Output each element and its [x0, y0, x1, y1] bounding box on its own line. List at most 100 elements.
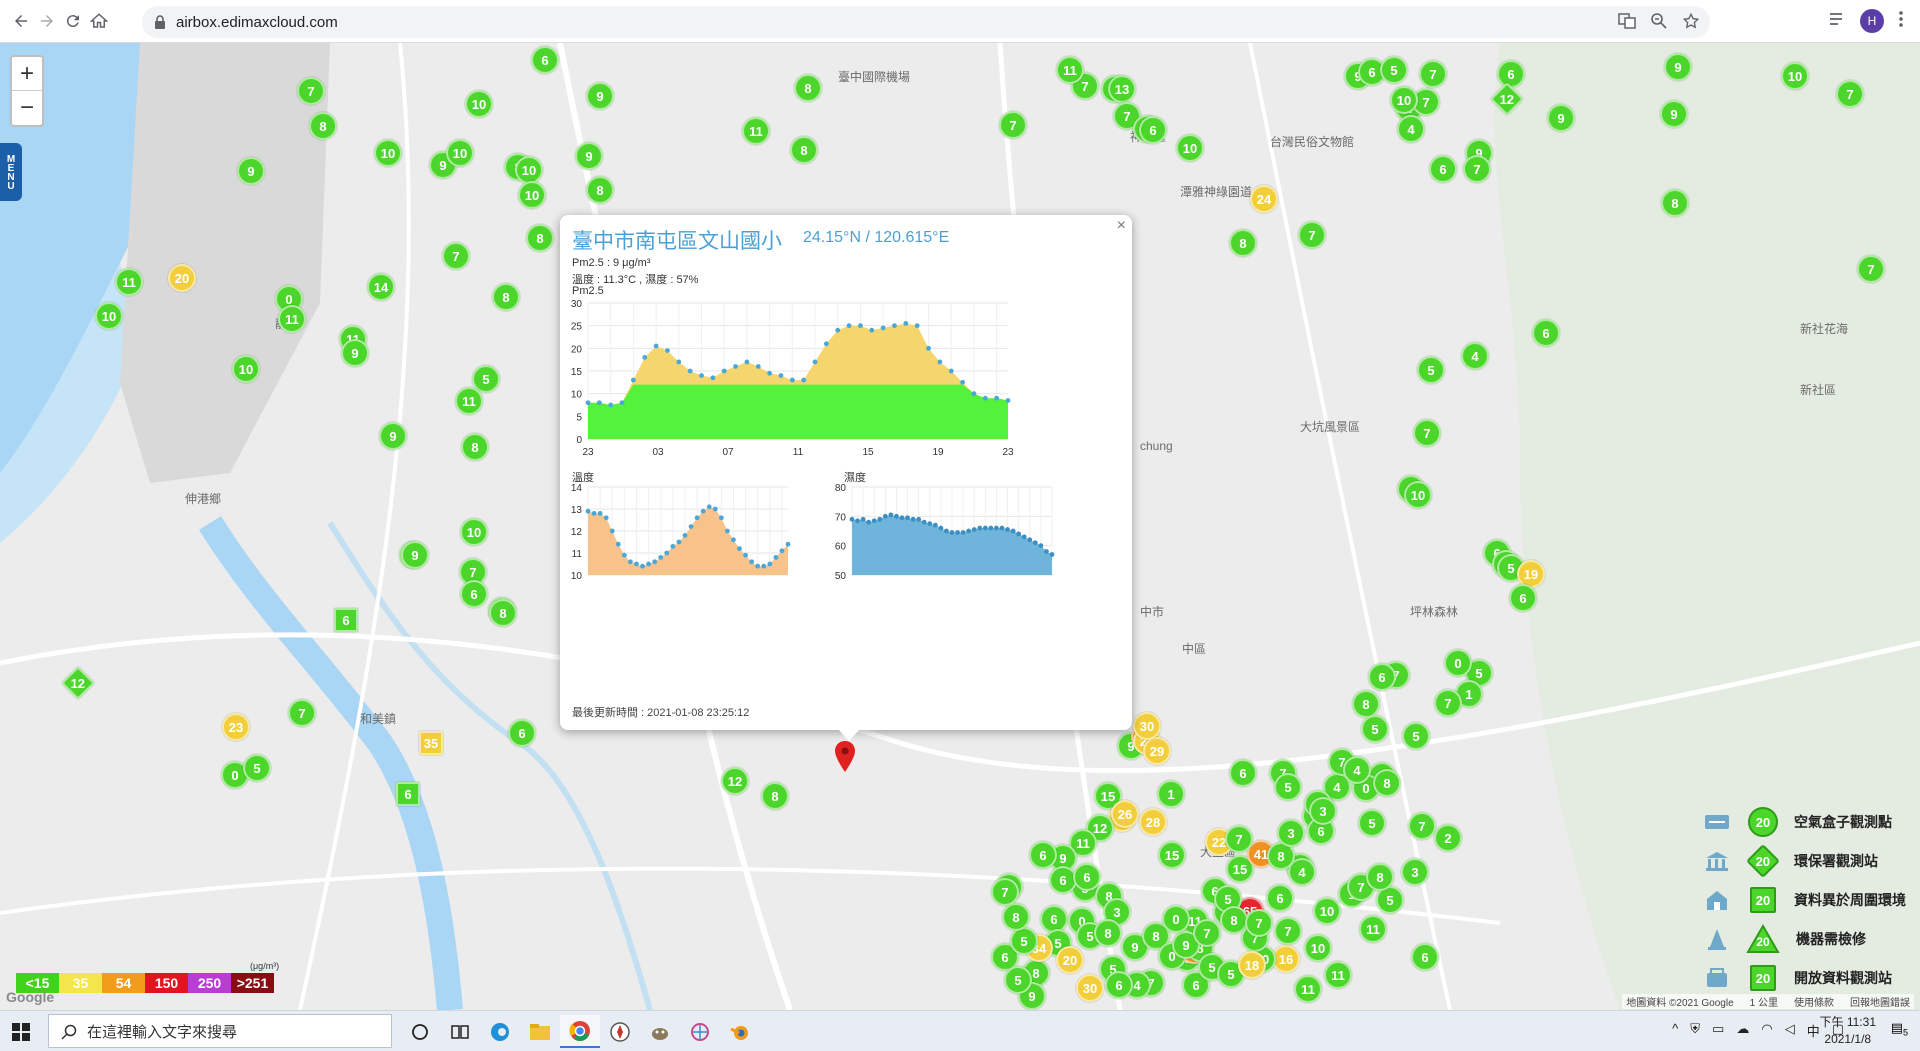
station-marker[interactable]: 8 [761, 782, 789, 810]
station-marker[interactable]: 7 [442, 242, 470, 270]
station-marker[interactable]: 1 [1157, 780, 1185, 808]
close-icon[interactable]: × [1117, 217, 1126, 235]
station-marker[interactable]: 7 [1857, 255, 1885, 283]
station-marker[interactable]: 6 [1509, 584, 1537, 612]
station-marker[interactable]: 6 [508, 719, 536, 747]
station-marker[interactable]: 8 [1352, 690, 1380, 718]
station-marker[interactable]: 14 [367, 273, 395, 301]
station-marker[interactable]: 15 [1158, 841, 1186, 869]
station-marker[interactable]: 10 [95, 302, 123, 330]
cortana-icon[interactable] [400, 1015, 440, 1048]
station-marker[interactable]: 9 [1547, 104, 1575, 132]
station-marker[interactable]: 26 [1111, 800, 1139, 828]
zoom-icon[interactable] [1650, 12, 1668, 35]
station-marker[interactable]: 6 [1029, 841, 1057, 869]
ime-indicator[interactable]: 中 [1807, 1021, 1820, 1040]
url-text[interactable]: airbox.edimaxcloud.com [176, 14, 338, 31]
station-marker[interactable]: 6 [460, 580, 488, 608]
station-marker[interactable]: 8 [489, 599, 517, 627]
station-marker[interactable]: 5 [1274, 773, 1302, 801]
station-marker[interactable]: 11 [1359, 915, 1387, 943]
station-marker[interactable]: 10 [1390, 86, 1418, 114]
station-marker[interactable]: 11 [1294, 975, 1322, 1003]
station-marker[interactable]: 7 [991, 878, 1019, 906]
station-marker[interactable]: 10 [1404, 481, 1432, 509]
station-marker[interactable]: 10 [232, 355, 260, 383]
station-marker[interactable]: 5 [1361, 715, 1389, 743]
taskbar-clock[interactable]: 下午 11:31 2021/1/8 [1820, 1014, 1876, 1048]
reload-icon[interactable] [60, 8, 86, 34]
station-marker[interactable]: 30 [1076, 974, 1104, 1002]
station-marker[interactable]: 30 [1133, 712, 1161, 740]
battery-icon[interactable]: ▭ [1712, 1021, 1724, 1040]
station-marker[interactable]: 7 [1413, 419, 1441, 447]
station-marker[interactable]: 11 [1324, 961, 1352, 989]
edge-icon[interactable] [480, 1015, 520, 1048]
station-marker[interactable]: 7 [1408, 812, 1436, 840]
station-marker[interactable]: 5 [1380, 56, 1408, 84]
station-marker[interactable]: 8 [526, 224, 554, 252]
station-marker[interactable]: 5 [1402, 722, 1430, 750]
bookmark-star-icon[interactable] [1682, 12, 1700, 35]
task-view-icon[interactable] [440, 1015, 480, 1048]
station-marker[interactable]: 5 [1010, 927, 1038, 955]
cloud-icon[interactable]: ☁ [1736, 1021, 1749, 1040]
station-marker[interactable]: 11 [115, 268, 143, 296]
station-marker[interactable]: 6 [334, 608, 358, 632]
station-marker[interactable]: 2 [1434, 824, 1462, 852]
station-marker[interactable]: 7 [1225, 825, 1253, 853]
taskbar-search-box[interactable]: 在這裡輸入文字來搜尋 [48, 1014, 392, 1048]
station-marker[interactable]: 6 [1266, 884, 1294, 912]
station-marker[interactable]: 4 [1397, 115, 1425, 143]
station-marker[interactable]: 7 [1193, 919, 1221, 947]
station-marker[interactable]: 7 [1245, 909, 1273, 937]
station-marker[interactable]: 3 [1401, 858, 1429, 886]
station-marker[interactable]: 6 [1429, 155, 1457, 183]
station-marker[interactable]: 9 [1660, 100, 1688, 128]
station-marker[interactable]: 10 [1781, 62, 1809, 90]
station-marker[interactable]: 5 [1358, 809, 1386, 837]
station-marker[interactable]: 6 [1139, 116, 1167, 144]
zoom-in-button[interactable]: + [12, 57, 42, 91]
station-marker[interactable]: 8 [794, 74, 822, 102]
station-marker[interactable]: 8 [586, 176, 614, 204]
forward-icon[interactable] [34, 8, 60, 34]
station-marker[interactable]: 11 [742, 117, 770, 145]
station-marker[interactable]: 7 [1434, 689, 1462, 717]
station-marker[interactable]: 11 [455, 387, 483, 415]
chrome-icon[interactable] [560, 1015, 600, 1048]
station-marker[interactable]: 13 [1108, 75, 1136, 103]
station-marker[interactable]: 6 [1532, 319, 1560, 347]
station-marker[interactable]: 5 [1004, 966, 1032, 994]
station-marker[interactable]: 9 [401, 541, 429, 569]
station-marker[interactable]: 7 [1419, 60, 1447, 88]
windows-start-icon[interactable] [12, 1023, 30, 1046]
volume-icon[interactable]: ◁ [1785, 1021, 1795, 1040]
gimp-icon[interactable] [640, 1015, 680, 1048]
station-marker[interactable]: 29 [1143, 737, 1171, 765]
station-marker[interactable]: 5 [243, 754, 271, 782]
station-marker[interactable]: 4 [1343, 756, 1371, 784]
map-canvas[interactable]: 臺中國際機場神岡區台灣民俗文物館潭雅神綠園道大坑風景區新社花海新社區龍井伸港鄉望… [0, 43, 1920, 1010]
station-marker[interactable]: 10 [374, 139, 402, 167]
station-marker[interactable]: 24 [1250, 185, 1278, 213]
station-marker[interactable]: 10 [1313, 897, 1341, 925]
station-marker[interactable]: 0 [1444, 649, 1472, 677]
station-marker[interactable]: 5 [1417, 356, 1445, 384]
station-marker[interactable]: 4 [1461, 342, 1489, 370]
zoom-out-button[interactable]: − [12, 91, 42, 125]
inkscape-icon[interactable] [680, 1015, 720, 1048]
station-marker[interactable]: 9 [586, 82, 614, 110]
station-marker[interactable]: 7 [1274, 917, 1302, 945]
reading-list-icon[interactable] [1828, 10, 1846, 33]
compass-app-icon[interactable] [600, 1015, 640, 1048]
station-marker[interactable]: 6 [1497, 60, 1525, 88]
station-marker[interactable]: 11 [1056, 56, 1084, 84]
back-icon[interactable] [8, 8, 34, 34]
wifi-icon[interactable]: ◠ [1761, 1021, 1772, 1040]
station-marker[interactable]: 7 [288, 699, 316, 727]
station-marker[interactable]: 8 [492, 283, 520, 311]
station-marker[interactable]: 7 [999, 111, 1027, 139]
station-marker[interactable]: 7 [297, 77, 325, 105]
security-icon[interactable]: ⛨ [1690, 1021, 1700, 1040]
